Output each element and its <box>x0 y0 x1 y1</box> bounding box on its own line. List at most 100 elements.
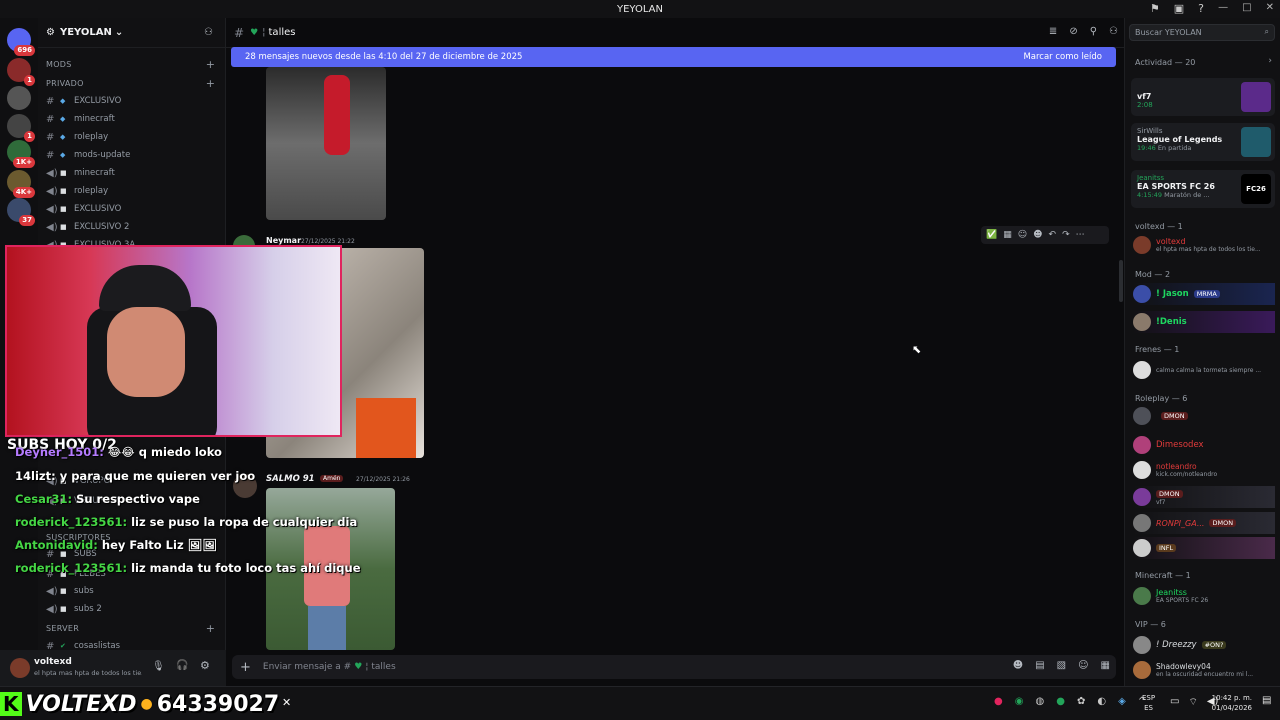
server-icon[interactable]: 1 <box>7 114 35 142</box>
channel-item[interactable]: # ◆ mods-update <box>46 147 222 163</box>
tray-icon[interactable]: ● <box>1056 696 1065 707</box>
member-item[interactable]: ! Dreezzy #ON? <box>1133 634 1275 656</box>
member-item[interactable]: voltexd el hpta mas hpta de todos los tie… <box>1133 234 1275 256</box>
add-reaction-icon[interactable]: ☻ <box>1033 230 1042 240</box>
member-item[interactable]: Dimesodex <box>1133 434 1275 456</box>
gif-icon[interactable]: ▤ <box>1035 660 1044 671</box>
monitor-icon[interactable]: ▭ <box>1170 696 1179 709</box>
check-reaction-icon[interactable]: ✅ <box>986 230 997 240</box>
chat-line: Deyner_1501: 😂😂 q miedo loko <box>15 445 222 459</box>
new-messages-banner[interactable]: 28 mensajes nuevos desde las 4:10 del 27… <box>231 47 1116 67</box>
member-item[interactable]: RONPI_GA... DMON <box>1133 512 1275 534</box>
avatar <box>1133 285 1151 303</box>
gear-icon[interactable]: ⚙ <box>200 659 210 672</box>
emoji-reaction-icon[interactable]: ☺ <box>1018 230 1027 240</box>
tray-icon[interactable]: ● <box>994 696 1003 707</box>
tray-icon[interactable]: ✿ <box>1077 696 1085 707</box>
headphones-icon[interactable]: 🎧 <box>176 660 188 671</box>
add-channel-icon[interactable]: + <box>206 622 215 635</box>
channel-item[interactable]: ◀) ■ EXCLUSIVO <box>46 201 222 217</box>
channel-item[interactable]: ◀) ■ minecraft <box>46 165 222 181</box>
member-item[interactable]: notleandro kick.com/notleandro <box>1133 459 1275 481</box>
category-mods[interactable]: MODS <box>46 60 72 69</box>
close-button[interactable]: ✕ <box>1266 2 1274 13</box>
shield-icon: ■ <box>60 587 67 595</box>
server-icon[interactable]: 1K+ <box>7 140 35 168</box>
server-icon[interactable]: 4K+ <box>7 170 35 198</box>
more-icon[interactable]: ⋯ <box>1076 230 1085 240</box>
chevron-right-icon[interactable]: › <box>1268 56 1272 66</box>
avatar <box>1133 407 1151 425</box>
member-item[interactable]: calma calma la tormeta siempre ... <box>1133 359 1275 381</box>
speaker-icon: ◀) <box>46 221 58 233</box>
direct-messages-button[interactable]: 696 <box>7 28 35 56</box>
channel-item[interactable]: ◀) ■ subs <box>46 583 222 599</box>
mute-icon[interactable]: ⊘ <box>1069 26 1077 37</box>
message-author[interactable]: Neymar <box>266 236 301 245</box>
server-header[interactable]: ⚙ YEYOLAN ⌄ ⚇ <box>38 18 225 48</box>
channel-item[interactable]: ◀) ■ EXCLUSIVO 2 <box>46 219 222 235</box>
gift-icon[interactable]: ☻ <box>1013 660 1023 671</box>
activity-card[interactable]: vf7 2:08 <box>1131 78 1275 116</box>
apps-icon[interactable]: ▦ <box>1101 660 1110 671</box>
sticker-icon[interactable]: ▧ <box>1057 660 1066 671</box>
clock[interactable]: 10:42 p. m. 01/04/2026 <box>1206 693 1252 713</box>
channel-item[interactable]: # ◆ roleplay <box>46 129 222 145</box>
member-item[interactable]: !Denis <box>1133 311 1275 333</box>
server-icon[interactable]: 1 <box>7 58 35 86</box>
server-icon[interactable]: 37 <box>7 198 35 226</box>
server-badge-icon: ⚙ <box>46 27 55 38</box>
tray-icon[interactable]: ◐ <box>1097 696 1106 707</box>
add-channel-icon[interactable]: + <box>206 77 215 90</box>
help-icon[interactable]: ? <box>1198 2 1204 15</box>
avatar[interactable] <box>10 658 30 678</box>
channel-item[interactable]: ◀) ■ roleplay <box>46 183 222 199</box>
member-item[interactable]: Jeanitss EA SPORTS FC 26 <box>1133 585 1275 607</box>
reply-icon[interactable]: ↶ <box>1049 230 1057 240</box>
channel-item[interactable]: # ◆ minecraft <box>46 111 222 127</box>
tray-icon[interactable]: ◈ <box>1118 696 1126 707</box>
server-icon[interactable] <box>7 86 31 110</box>
member-item[interactable]: DMON <box>1133 405 1275 427</box>
activity-card[interactable]: Jeanitss EA SPORTS FC 26 4:15:49 Maratón… <box>1131 170 1275 208</box>
pin-icon[interactable]: ⚲ <box>1090 26 1097 37</box>
members-icon[interactable]: ⚇ <box>1109 26 1118 37</box>
wifi-icon[interactable]: ⌔ <box>1188 696 1197 709</box>
mark-as-read-button[interactable]: Marcar como leído <box>1023 52 1102 62</box>
maximize-button[interactable]: □ <box>1242 2 1251 13</box>
minimize-button[interactable]: — <box>1218 2 1228 13</box>
add-member-icon[interactable]: ⚇ <box>204 27 213 38</box>
add-channel-icon[interactable]: + <box>206 58 215 71</box>
speaker-icon: ◀) <box>46 203 58 215</box>
tray-icon[interactable]: ◉ <box>1015 696 1024 707</box>
scrollbar[interactable] <box>1119 260 1123 302</box>
flag-reaction-icon[interactable]: ▦ <box>1003 230 1012 240</box>
channel-item[interactable]: # ◆ EXCLUSIVO <box>46 93 222 109</box>
tray-icon[interactable]: ◍ <box>1035 696 1044 707</box>
microphone-icon[interactable]: 🎙 <box>152 661 165 672</box>
app-icon[interactable]: ✕ <box>282 696 291 709</box>
threads-icon[interactable]: ≣ <box>1049 26 1057 37</box>
channel-item[interactable]: ◀) ■ subs 2 <box>46 601 222 617</box>
member-item[interactable]: ! Jason MRMA <box>1133 283 1275 305</box>
message-timestamp: 27/12/2025 21:26 <box>356 476 410 483</box>
message-image[interactable] <box>266 67 386 220</box>
member-item[interactable]: Shadowlevy04 en la oscuridad encuentro mi… <box>1133 659 1275 681</box>
member-item[interactable]: DMON vf7 <box>1133 486 1275 508</box>
emoji-icon[interactable]: ☺ <box>1078 660 1088 671</box>
category-server[interactable]: SERVER <box>46 624 79 633</box>
activity-card[interactable]: SirWills League of Legends 19:46 En part… <box>1131 123 1275 161</box>
member-list: Buscar YEYOLAN ⌕ Actividad — 20 › vf7 2:… <box>1124 18 1280 686</box>
message-composer[interactable]: + Enviar mensaje a # ♥ ¦ talles ☻ ▤ ▧ ☺ … <box>232 655 1116 679</box>
category-privado[interactable]: PRIVADO <box>46 79 84 88</box>
badge: 696 <box>14 45 35 56</box>
member-item[interactable]: INFL <box>1133 537 1275 559</box>
language-indicator[interactable]: ESP ES <box>1142 693 1155 713</box>
add-attachment-icon[interactable]: + <box>240 660 251 675</box>
message-author[interactable]: SALMO 91 <box>266 474 315 484</box>
search-input[interactable]: Buscar YEYOLAN ⌕ <box>1129 24 1275 41</box>
inbox-icon[interactable]: ▣ <box>1174 2 1184 15</box>
forward-icon[interactable]: ↷ <box>1062 230 1070 240</box>
notifications-icon[interactable]: ▤ <box>1262 695 1271 706</box>
flag-icon[interactable]: ⚑ <box>1150 2 1160 15</box>
